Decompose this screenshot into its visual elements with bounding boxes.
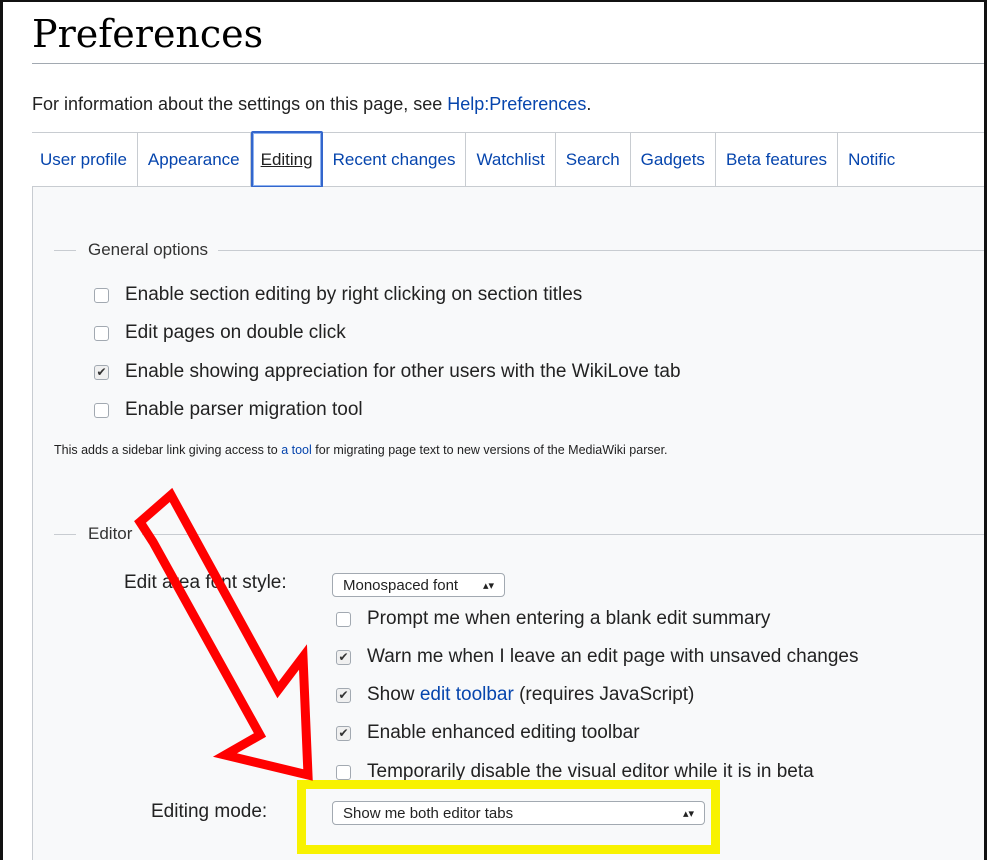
checkbox[interactable] <box>94 402 109 418</box>
select-arrows-icon: ▴▾ <box>482 579 494 592</box>
tab-recent-changes[interactable]: Recent changes <box>323 133 467 186</box>
help-text: This adds a sidebar link giving access t… <box>54 443 282 457</box>
editor-legend: Editor <box>54 523 984 545</box>
check-icon: ✔ <box>338 650 349 664</box>
checkbox-checked[interactable]: ✔ <box>336 649 351 665</box>
general-options-title: General options <box>76 240 219 260</box>
option-label: Enable showing appreciation for other us… <box>125 361 681 382</box>
option-wikilove[interactable]: ✔ Enable showing appreciation for other … <box>94 361 681 383</box>
option-label: Prompt me when entering a blank edit sum… <box>367 608 771 629</box>
option-edit-toolbar[interactable]: ✔ Show edit toolbar (requires JavaScript… <box>336 684 694 706</box>
intro-text: For information about the settings on th… <box>32 94 591 115</box>
preferences-page: Preferences For information about the se… <box>0 0 987 860</box>
option-label: Enable enhanced editing toolbar <box>367 722 640 743</box>
help-preferences-link[interactable]: Help:Preferences <box>447 94 586 114</box>
tab-gadgets[interactable]: Gadgets <box>631 133 716 186</box>
tab-appearance[interactable]: Appearance <box>138 133 251 186</box>
edit-toolbar-link[interactable]: edit toolbar <box>420 684 514 705</box>
option-unsaved-warning[interactable]: ✔ Warn me when I leave an edit page with… <box>336 646 859 668</box>
checkbox[interactable] <box>94 325 109 341</box>
font-style-label: Edit area font style: <box>124 572 287 593</box>
option-label: Enable parser migration tool <box>125 399 363 420</box>
option-blank-summary[interactable]: Prompt me when entering a blank edit sum… <box>336 608 770 630</box>
option-label: Edit pages on double click <box>125 322 346 343</box>
option-double-click[interactable]: Edit pages on double click <box>94 322 346 344</box>
legend-divider <box>54 533 76 535</box>
option-label: Enable section editing by right clicking… <box>125 284 583 305</box>
tab-search[interactable]: Search <box>556 133 631 186</box>
checkbox-checked[interactable]: ✔ <box>336 687 351 703</box>
option-label-text: (requires JavaScript) <box>513 684 695 705</box>
tab-notifications[interactable]: Notific <box>838 133 905 186</box>
checkbox[interactable] <box>336 611 351 627</box>
intro-period: . <box>586 94 592 114</box>
migration-tool-link[interactable]: a tool <box>281 443 312 457</box>
title-divider <box>32 63 984 64</box>
checkbox-checked[interactable]: ✔ <box>94 364 109 380</box>
font-style-select[interactable]: Monospaced font ▴▾ <box>332 573 505 597</box>
checkbox-checked[interactable]: ✔ <box>336 725 351 741</box>
option-parser-migration[interactable]: Enable parser migration tool <box>94 399 363 421</box>
tab-watchlist[interactable]: Watchlist <box>466 133 556 186</box>
tab-beta-features[interactable]: Beta features <box>716 133 839 186</box>
select-value: Monospaced font <box>343 576 459 594</box>
option-section-editing[interactable]: Enable section editing by right clicking… <box>94 284 582 306</box>
legend-divider <box>218 249 984 251</box>
option-label: Warn me when I leave an edit page with u… <box>367 646 859 667</box>
checkbox[interactable] <box>336 764 351 780</box>
editing-mode-label: Editing mode: <box>151 801 268 822</box>
check-icon: ✔ <box>96 365 107 379</box>
tab-editing[interactable]: Editing <box>250 131 323 188</box>
legend-divider <box>142 533 984 535</box>
check-icon: ✔ <box>338 688 349 702</box>
option-enhanced-toolbar[interactable]: ✔ Enable enhanced editing toolbar <box>336 722 640 744</box>
option-label-text: Show <box>367 684 420 705</box>
preferences-tabs: User profile Appearance Editing Recent c… <box>32 131 984 188</box>
editing-panel: General options Enable section editing b… <box>32 187 984 860</box>
parser-migration-help: This adds a sidebar link giving access t… <box>54 443 668 457</box>
legend-divider <box>54 249 76 251</box>
editor-title: Editor <box>76 524 143 544</box>
checkbox[interactable] <box>94 287 109 303</box>
tab-user-profile[interactable]: User profile <box>32 133 138 186</box>
option-label: Show edit toolbar (requires JavaScript) <box>367 684 694 706</box>
help-text: for migrating page text to new versions … <box>311 443 668 457</box>
general-options-legend: General options <box>54 239 984 261</box>
highlight-box <box>297 780 720 854</box>
page-title: Preferences <box>32 12 264 56</box>
check-icon: ✔ <box>338 726 349 740</box>
intro-label: For information about the settings on th… <box>32 94 448 114</box>
